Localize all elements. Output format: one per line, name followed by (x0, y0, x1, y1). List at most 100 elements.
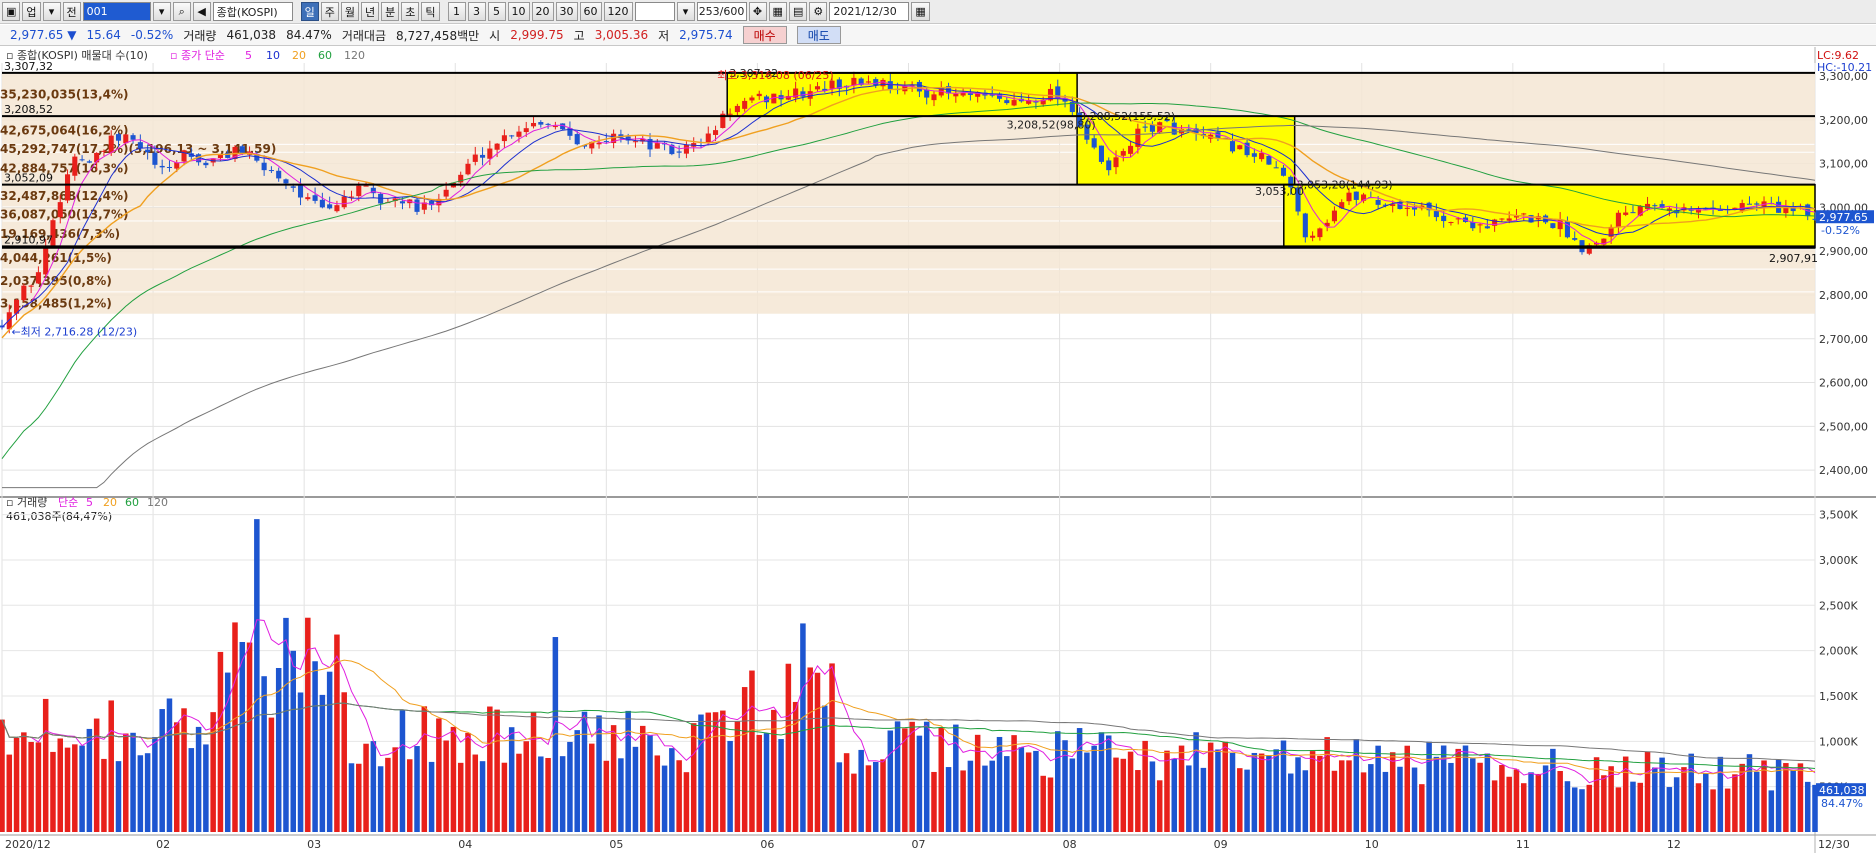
interval-custom-input[interactable] (634, 2, 675, 21)
candle-body (1237, 145, 1243, 150)
volume-bar (385, 757, 391, 832)
volume-bar (35, 742, 42, 832)
volume-y-tick: 2,500K (1819, 599, 1858, 612)
volume-bar (1768, 790, 1775, 832)
level-label: 3,208,52 (4, 103, 53, 116)
buy-button[interactable]: 매수 (742, 26, 787, 44)
kospi-chart[interactable]: 2020/12 02 03 04 05 06 07 08 09 10 11 12 12/303,300,… (0, 47, 1876, 853)
candle-body (217, 154, 223, 159)
candle-body (545, 123, 551, 125)
calendar-icon[interactable]: ▦ (911, 2, 930, 21)
volume-bar (1695, 783, 1702, 832)
candle-body (363, 185, 369, 187)
volume-bar (610, 725, 617, 832)
volume-bar (406, 759, 413, 832)
candle-body (1091, 138, 1097, 148)
candle-body (130, 135, 136, 140)
volume-bar (144, 753, 151, 832)
volume-bar (1062, 740, 1068, 832)
type-select[interactable]: 전 (62, 2, 81, 21)
chart-layout-icon[interactable]: ▣ (2, 2, 21, 21)
volume-bar (1717, 756, 1724, 832)
date-input[interactable]: 2021/12/30 (829, 2, 910, 21)
volume-bar (1375, 745, 1381, 832)
name-field[interactable]: 종합(KOSPI) (212, 2, 293, 21)
candle-body (137, 142, 143, 149)
y-tick-label: 3,100,00 (1819, 158, 1868, 171)
save-icon[interactable]: ▤ (788, 2, 808, 21)
tab-tick[interactable]: 틱 (421, 2, 440, 21)
interval-120[interactable]: 120 (603, 2, 633, 21)
volume-bar (822, 705, 828, 832)
y-tick-label: 2,400,00 (1819, 464, 1868, 477)
market-dropdown-icon[interactable]: ▾ (42, 2, 61, 21)
volume-bar (1499, 765, 1505, 832)
volume-bar (1513, 769, 1520, 832)
candle-body (603, 141, 609, 143)
candle-body (1433, 211, 1439, 218)
crosshair-icon[interactable]: ✥ (748, 2, 767, 21)
volume-bar (195, 726, 202, 832)
volume-bar (1273, 749, 1279, 832)
volume-bar (1127, 751, 1134, 832)
high-value: 3,005.36 (594, 28, 649, 42)
interval-5[interactable]: 5 (487, 2, 506, 21)
volume-bar (530, 712, 537, 832)
x-tick-label: 05 (609, 838, 623, 851)
tab-week[interactable]: 주 (320, 2, 339, 21)
volume-profile-label: 32,487,868(12,4%) (0, 189, 129, 203)
interval-10[interactable]: 10 (507, 2, 530, 21)
interval-dropdown-icon[interactable]: ▾ (676, 2, 695, 21)
volume-bar (1047, 777, 1054, 832)
interval-3[interactable]: 3 (467, 2, 486, 21)
volume-profile-label: 35,230,035(13,4%) (0, 88, 129, 102)
tab-day[interactable]: 일 (300, 2, 319, 21)
sell-button[interactable]: 매도 (796, 26, 841, 44)
volume-bar (909, 721, 915, 832)
candle-body (28, 285, 34, 287)
ma-legend-item: 120 (344, 49, 365, 62)
candle-body (807, 91, 813, 99)
volume-bar (1055, 731, 1061, 832)
volume-profile-band (2, 152, 1815, 184)
volume-bar (1084, 752, 1090, 832)
code-dropdown-icon[interactable]: ▾ (152, 2, 171, 21)
candle-body (152, 152, 158, 165)
volume-bar (538, 756, 544, 832)
volume-bar (1528, 772, 1534, 832)
volume-bar (79, 745, 85, 832)
count-input[interactable]: 253/600 (696, 2, 747, 21)
candle-body (1484, 226, 1490, 229)
volume-bar (1753, 771, 1760, 832)
volume-bar (319, 694, 326, 832)
interval-1[interactable]: 1 (447, 2, 466, 21)
tab-second[interactable]: 초 (401, 2, 420, 21)
volume-bar (1266, 755, 1272, 832)
volume-bar (625, 710, 631, 832)
tab-month[interactable]: 월 (340, 2, 360, 21)
volume-bar (1382, 771, 1389, 832)
volume-bar (6, 754, 13, 832)
candle-body (203, 162, 209, 166)
code-input[interactable]: 001 (82, 2, 151, 21)
tab-year[interactable]: 년 (361, 2, 380, 21)
market-select[interactable]: 업 (22, 2, 41, 21)
gear-icon[interactable]: ⚙ (809, 2, 828, 21)
chart-settings-icon[interactable]: ▦ (768, 2, 787, 21)
candle-body (1266, 155, 1272, 165)
interval-30[interactable]: 30 (555, 2, 578, 21)
volume-bar (159, 709, 165, 832)
speaker-icon[interactable]: ◀ (192, 2, 211, 21)
volume-bar (166, 698, 173, 832)
volume-bar (1244, 769, 1250, 832)
candle-body (319, 199, 325, 208)
interval-60[interactable]: 60 (579, 2, 602, 21)
search-icon[interactable]: ⌕ (172, 2, 191, 21)
x-tick-label: 06 (760, 838, 774, 851)
volume-bar (705, 712, 712, 832)
volume-bar (1171, 758, 1178, 832)
volume-bar (348, 763, 355, 832)
volume-bar (785, 663, 792, 832)
interval-20[interactable]: 20 (531, 2, 554, 21)
tab-minute[interactable]: 분 (381, 2, 400, 21)
